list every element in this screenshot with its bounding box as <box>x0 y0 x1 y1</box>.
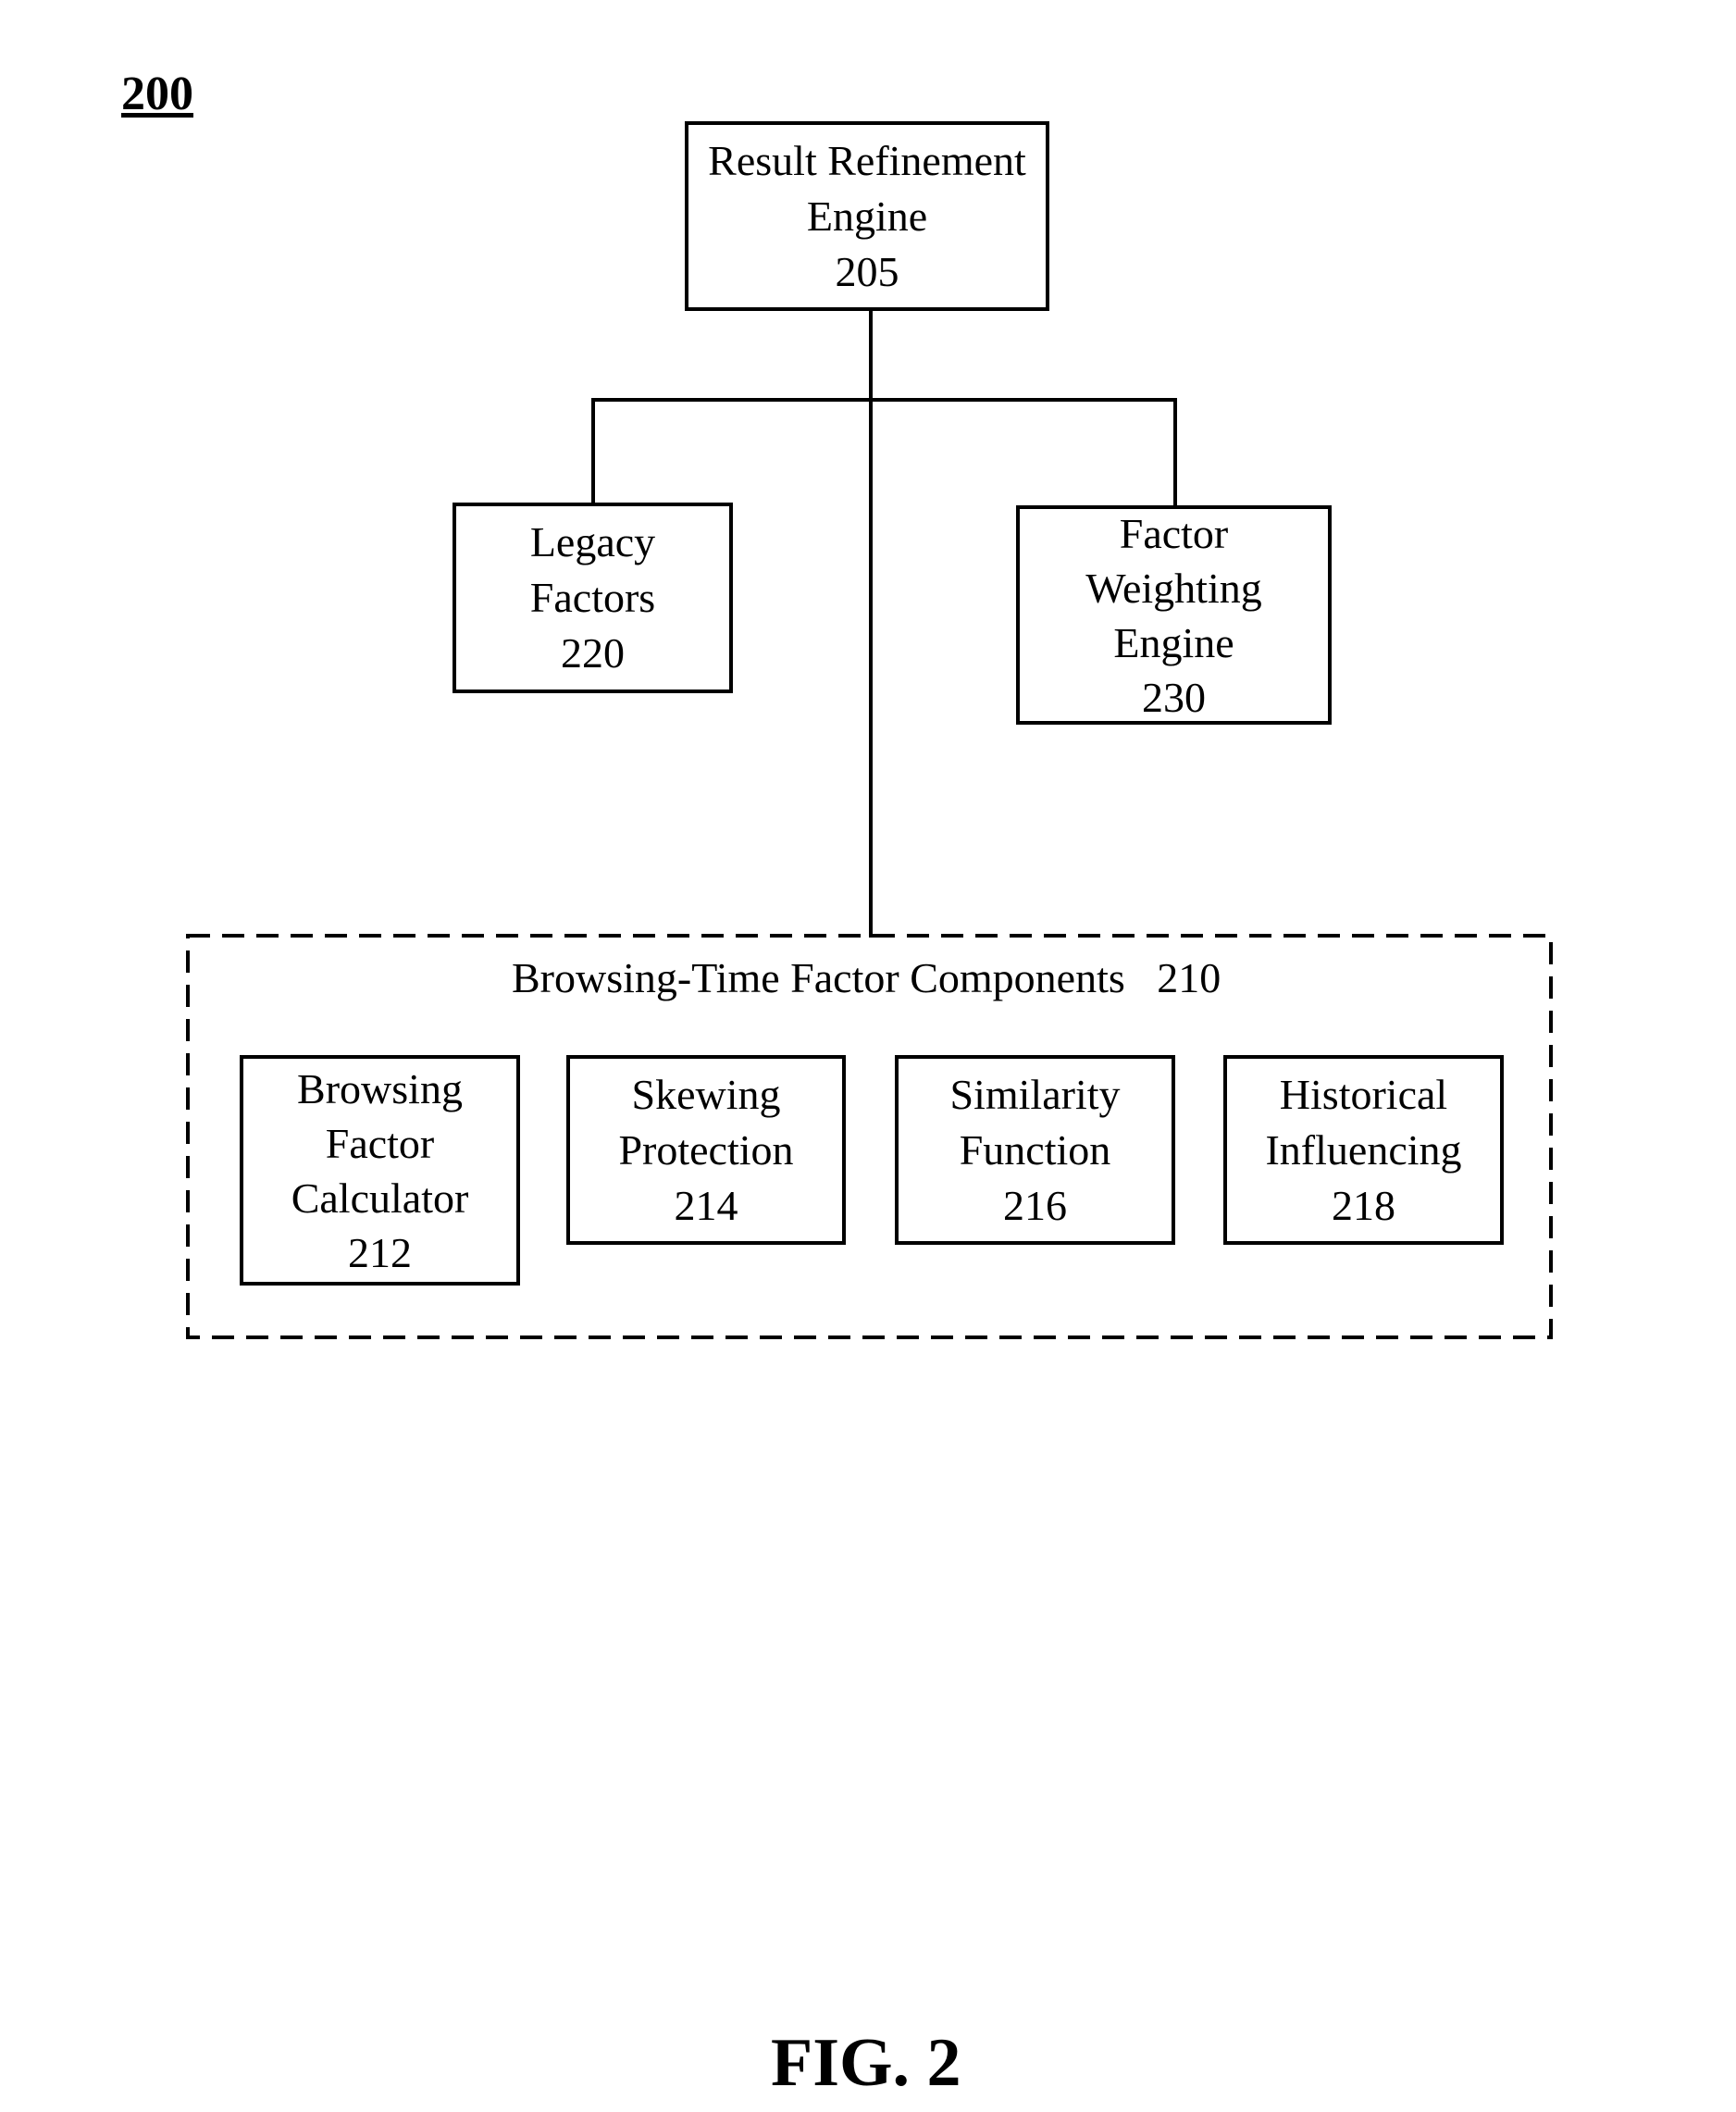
node-label-line: Factors <box>529 574 656 621</box>
component-label-line: Similarity <box>949 1070 1121 1118</box>
historical-influencing-box: Historical Influencing 218 <box>1223 1055 1504 1245</box>
connector-to-factor-weighting-engine <box>1173 398 1177 507</box>
component-label-line: Function <box>959 1125 1111 1174</box>
figure-reference-label: 200 <box>121 68 193 120</box>
node-label-line: Legacy <box>529 518 656 565</box>
component-label-line: Historical <box>1279 1070 1448 1118</box>
node-number: 230 <box>1142 673 1206 721</box>
component-label-line: Calculator <box>291 1174 469 1222</box>
result-refinement-engine-box: Result Refinement Engine 205 <box>685 121 1049 311</box>
connector-branch-horizontal <box>591 398 1177 402</box>
legacy-factors-box: Legacy Factors 220 <box>453 503 733 693</box>
node-number: 205 <box>835 247 899 295</box>
component-label-line: Factor <box>325 1119 435 1167</box>
connector-trunk <box>869 310 873 938</box>
component-number: 214 <box>674 1181 738 1229</box>
node-label-line: Result Refinement <box>708 136 1026 184</box>
component-label-line: Browsing <box>297 1064 463 1112</box>
component-label-line: Influencing <box>1265 1125 1462 1174</box>
browsing-factor-calculator-box: Browsing Factor Calculator 212 <box>240 1055 520 1286</box>
factor-weighting-engine-box: Factor Weighting Engine 230 <box>1016 505 1332 725</box>
connector-to-legacy-factors <box>591 398 595 504</box>
component-label-line: Skewing <box>631 1070 781 1118</box>
skewing-protection-box: Skewing Protection 214 <box>566 1055 846 1245</box>
node-label-line: Factor <box>1119 509 1229 557</box>
component-number: 212 <box>348 1228 412 1276</box>
similarity-function-box: Similarity Function 216 <box>895 1055 1175 1245</box>
component-number: 218 <box>1332 1181 1395 1229</box>
node-number: 220 <box>561 629 625 677</box>
node-label-line: Engine <box>806 192 928 240</box>
component-label-line: Protection <box>618 1125 794 1174</box>
group-title-text: Browsing-Time Factor Components <box>512 954 1125 1001</box>
node-label-line: Engine <box>1113 618 1234 666</box>
figure-caption: FIG. 2 <box>771 2025 961 2101</box>
component-number: 216 <box>1003 1181 1067 1229</box>
node-label-line: Weighting <box>1085 564 1262 612</box>
group-title: Browsing-Time Factor Components 210 <box>512 957 1221 1000</box>
group-number: 210 <box>1157 954 1221 1001</box>
